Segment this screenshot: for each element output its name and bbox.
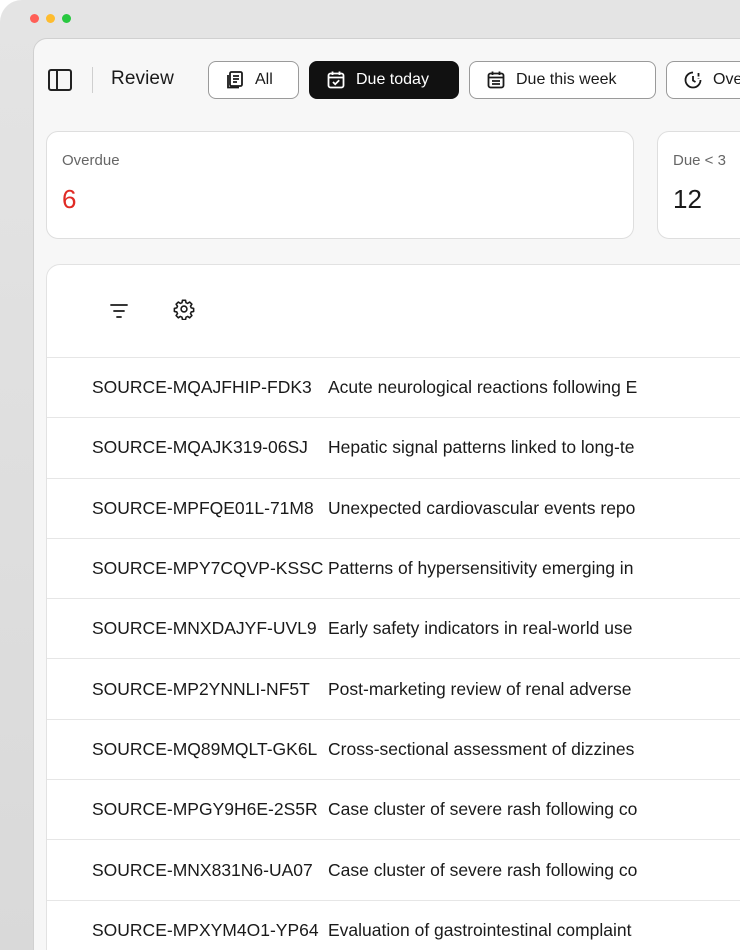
calendar-check-icon [326,70,346,90]
source-id-cell: SOURCE-MPGY9H6E-2S5R [92,799,318,820]
source-id-cell: SOURCE-MPFQE01L-71M8 [92,497,314,518]
close-window-button[interactable] [30,14,39,23]
toolbar-divider [92,67,93,93]
table-row[interactable]: SOURCE-MQ89MQLT-GK6L Cross-sectional ass… [47,718,740,779]
source-id-cell: SOURCE-MQ89MQLT-GK6L [92,738,318,759]
title-cell: Cross-sectional assessment of dizzines [328,738,635,759]
source-id-cell: SOURCE-MQAJK319-06SJ [92,437,308,458]
table-row[interactable]: SOURCE-MP2YNNLI-NF5T Post-marketing revi… [47,658,740,718]
source-id-cell: SOURCE-MNX831N6-UA07 [92,859,313,880]
toolbar: Review All Due today Due this week Ove [34,39,740,121]
minimize-window-button[interactable] [46,14,55,23]
stat-value: 6 [62,184,77,214]
title-cell: Case cluster of severe rash following co [328,799,638,820]
title-cell: Acute neurological reactions following E [328,377,638,398]
tab-all[interactable]: All [208,61,299,99]
table-row[interactable]: SOURCE-MNX831N6-UA07 Case cluster of sev… [47,839,740,899]
window-controls [30,14,71,23]
title-cell: Unexpected cardiovascular events repo [328,497,636,518]
title-cell: Early safety indicators in real-world us… [328,618,633,639]
source-id-cell: SOURCE-MPY7CQVP-KSSC [92,558,324,579]
table-row[interactable]: SOURCE-MPY7CQVP-KSSC Patterns of hyperse… [47,537,740,598]
table-row[interactable]: SOURCE-MNXDAJYF-UVL9 Early safety indica… [47,598,740,658]
tab-label: Due this week [516,71,617,88]
table-row[interactable]: SOURCE-MQAJK319-06SJ Hepatic signal patt… [47,417,740,477]
app-window: Review All Due today Due this week Ove O… [33,38,740,950]
tab-label: Ove [713,71,740,88]
tab-due-this-week[interactable]: Due this week [469,61,656,99]
table-row[interactable]: SOURCE-MPGY9H6E-2S5R Case cluster of sev… [47,779,740,839]
clock-alert-icon [683,70,703,90]
title-cell: Patterns of hypersensitivity emerging in [328,558,634,579]
source-id-cell: SOURCE-MP2YNNLI-NF5T [92,678,310,699]
tab-label: Due today [356,71,429,88]
title-cell: Evaluation of gastrointestinal complaint [328,919,632,940]
filter-icon[interactable] [109,302,129,325]
stat-card-due-soon: Due < 3 12 [657,131,740,239]
stat-value: 12 [673,184,702,214]
stat-label: Overdue [62,152,120,169]
source-id-cell: SOURCE-MQAJFHIP-FDK3 [92,377,312,398]
tab-overdue[interactable]: Ove [666,61,740,99]
tab-label: All [255,71,273,88]
tab-due-today[interactable]: Due today [309,61,459,99]
zoom-window-button[interactable] [62,14,71,23]
stat-card-overdue: Overdue 6 [46,131,634,239]
table-row[interactable]: SOURCE-MQAJFHIP-FDK3 Acute neurological … [47,357,740,417]
page-title: Review [111,68,174,89]
gear-icon[interactable] [173,298,195,325]
calendar-week-icon [486,70,506,90]
table-toolbar [47,265,740,357]
sidebar-toggle-icon[interactable] [48,69,72,91]
source-id-cell: SOURCE-MPXYM4O1-YP64 [92,919,319,940]
window-frame: Review All Due today Due this week Ove O… [0,0,740,950]
title-cell: Hepatic signal patterns linked to long-t… [328,437,635,458]
review-table: SOURCE-MQAJFHIP-FDK3 Acute neurological … [46,264,740,950]
title-cell: Post-marketing review of renal adverse [328,678,632,699]
table-row[interactable]: SOURCE-MPXYM4O1-YP64 Evaluation of gastr… [47,899,740,950]
title-cell: Case cluster of severe rash following co [328,859,638,880]
table-row[interactable]: SOURCE-MPFQE01L-71M8 Unexpected cardiova… [47,477,740,538]
table-body: SOURCE-MQAJFHIP-FDK3 Acute neurological … [47,357,740,950]
stack-icon [225,70,245,90]
source-id-cell: SOURCE-MNXDAJYF-UVL9 [92,618,317,639]
stat-label: Due < 3 [673,152,726,169]
